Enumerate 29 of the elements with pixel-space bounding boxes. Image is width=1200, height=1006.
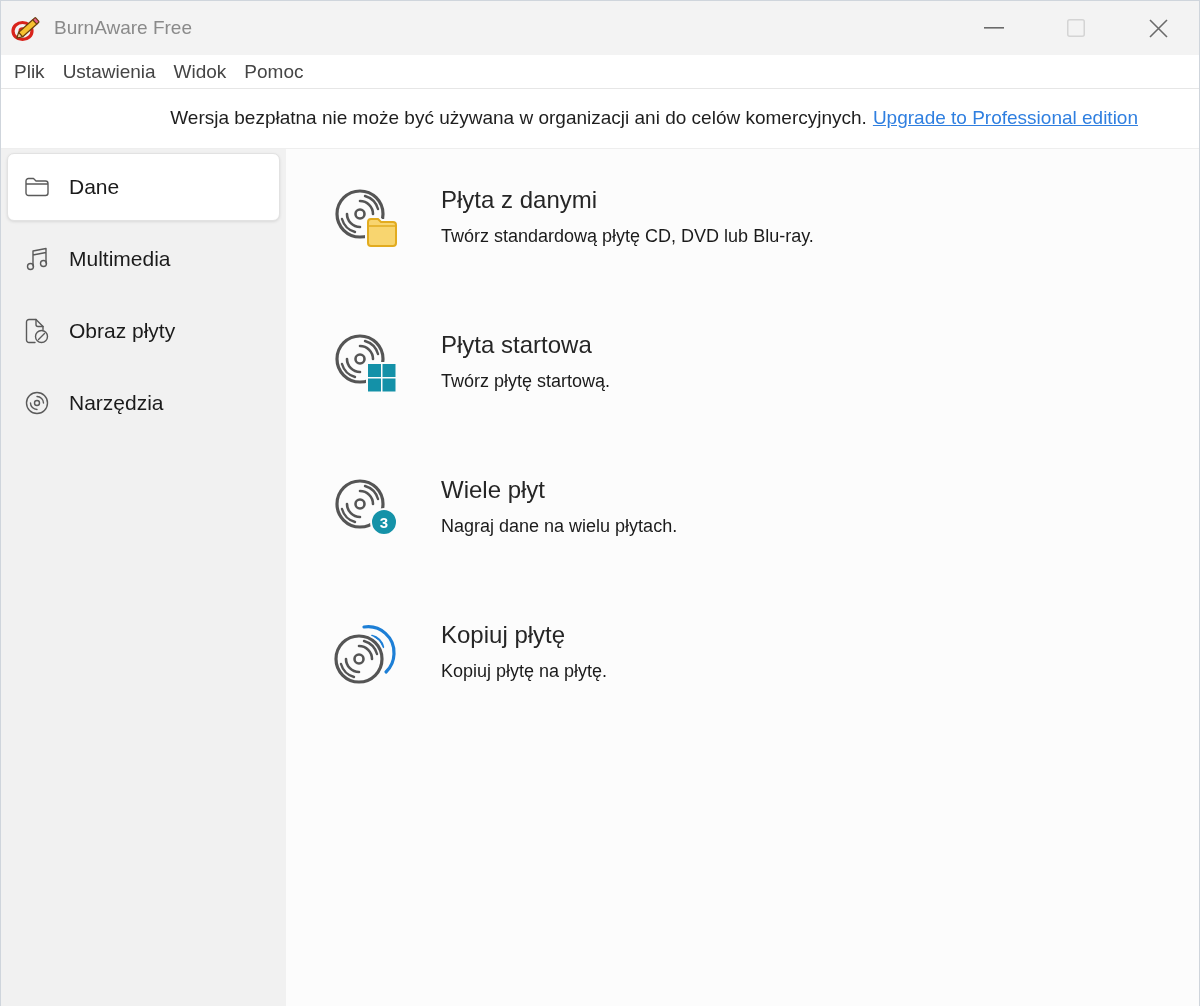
task-description: Nagraj dane na wielu płytach. xyxy=(441,515,678,538)
menu-item[interactable]: Ustawienia xyxy=(53,55,165,88)
count-badge: 3 xyxy=(370,508,398,536)
maximize-icon xyxy=(1067,19,1085,37)
disc-icon xyxy=(24,391,49,415)
task-description: Kopiuj płytę na płytę. xyxy=(441,660,608,683)
menu-item[interactable]: Plik xyxy=(5,55,54,88)
task-title[interactable]: Płyta startowa xyxy=(441,328,611,362)
notice-text: Wersja bezpłatna nie może być używana w organizacji ani do celów komercyjnych. xyxy=(170,106,867,131)
task-title[interactable]: Wiele płyt xyxy=(441,473,678,507)
task-description: Twórz standardową płytę CD, DVD lub Blu-ray. xyxy=(441,225,814,248)
menu-item[interactable]: Widok xyxy=(164,55,236,88)
window-title: BurnAware Free xyxy=(54,15,192,40)
task-title[interactable]: Kopiuj płytę xyxy=(441,618,608,652)
folder-icon xyxy=(24,177,49,197)
music-note-icon xyxy=(25,247,48,271)
sidebar-item[interactable]: Multimedia xyxy=(7,225,280,293)
upgrade-link[interactable]: Upgrade to Professional edition xyxy=(872,104,1138,133)
minimize-icon xyxy=(984,27,1004,29)
sidebar-item[interactable]: Dane xyxy=(7,153,280,221)
sidebar-item[interactable]: Obraz płyty xyxy=(7,297,280,365)
document-disc-icon xyxy=(24,318,49,344)
disc-copy-icon xyxy=(334,622,398,686)
task-title[interactable]: Płyta z danymi xyxy=(441,183,814,217)
close-icon xyxy=(1148,18,1168,38)
sidebar-item[interactable]: Narzędzia xyxy=(7,369,280,437)
menu-item[interactable]: Pomoc xyxy=(235,55,313,88)
app-logo-icon xyxy=(11,14,42,42)
task-description: Twórz płytę startową. xyxy=(441,370,611,393)
